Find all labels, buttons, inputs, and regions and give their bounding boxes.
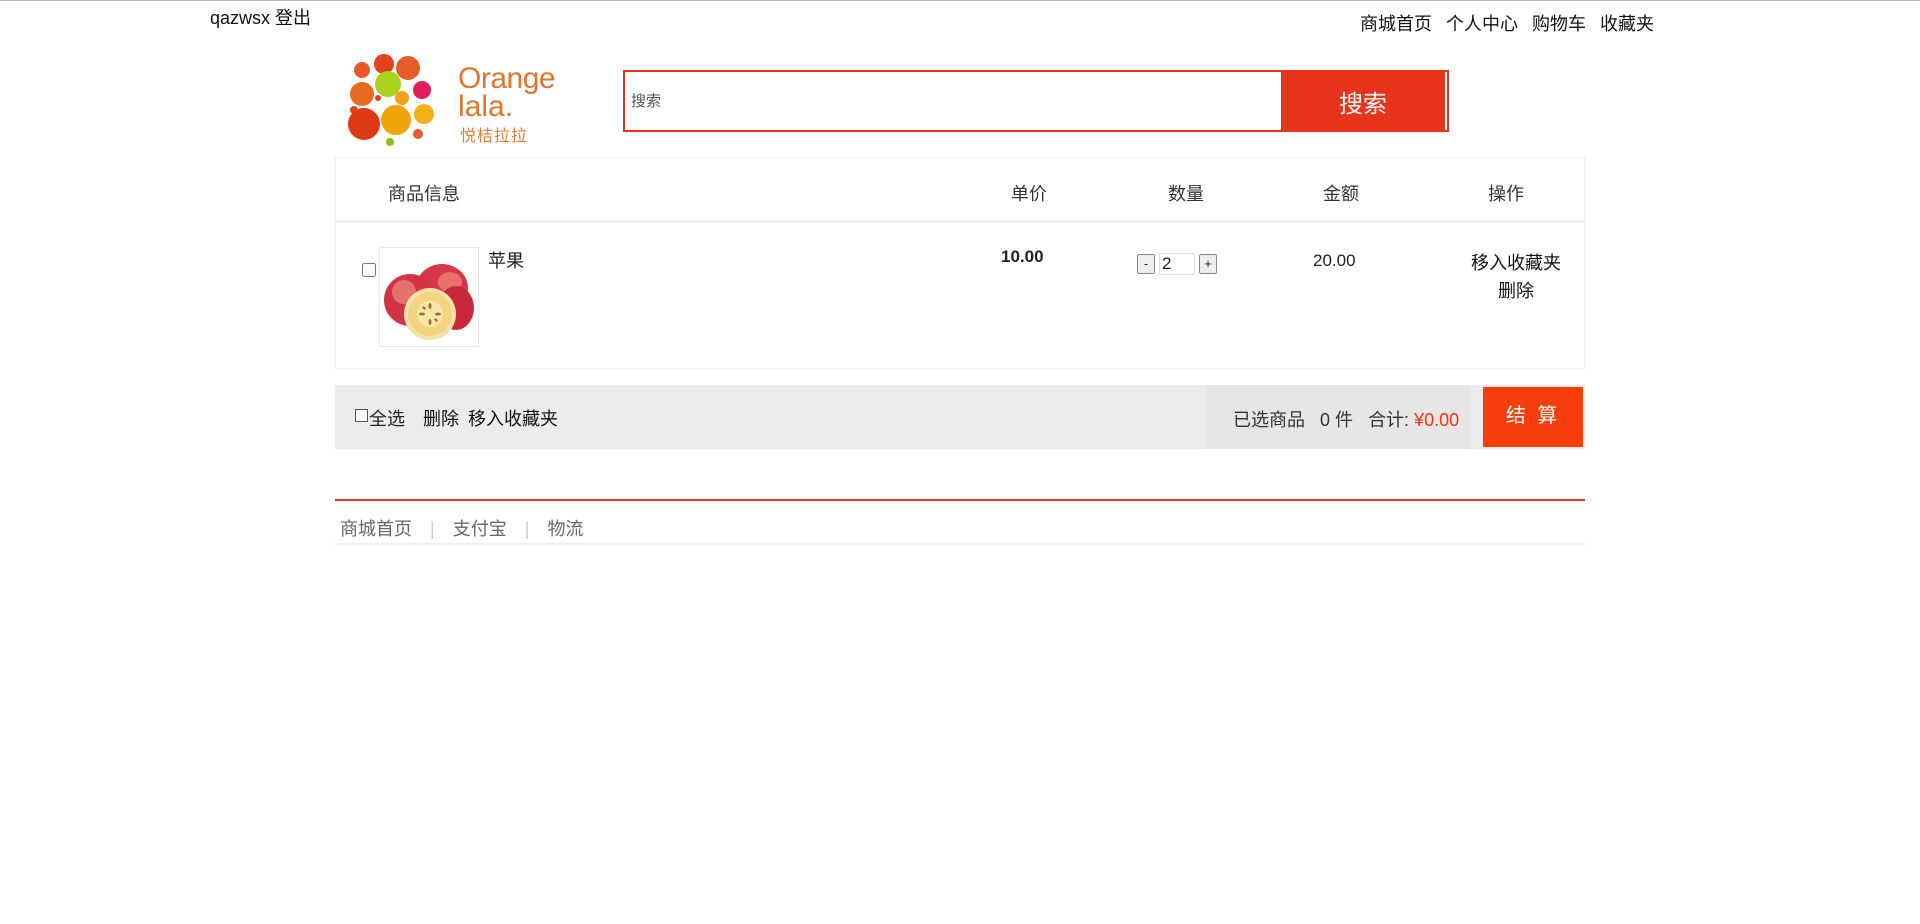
- col-quantity: 数量: [1168, 184, 1204, 204]
- product-unit-price: 10.00: [1001, 247, 1044, 266]
- username: qazwsx: [210, 8, 271, 28]
- col-product-info: 商品信息: [388, 184, 460, 204]
- item-checkbox[interactable]: [362, 263, 376, 277]
- total-value: ¥0.00: [1414, 410, 1460, 430]
- site-logo[interactable]: Orange lala. 悦桔拉拉: [344, 52, 556, 150]
- selected-unit: 件: [1335, 410, 1354, 430]
- footer-link-alipay[interactable]: 支付宝: [453, 519, 507, 539]
- cart-header: 商品信息 单价 数量 金额 操作: [335, 157, 1585, 223]
- selected-count: 0: [1320, 410, 1331, 430]
- col-unit-price: 单价: [1011, 184, 1047, 204]
- search-bar: 搜索: [623, 70, 1449, 132]
- quantity-stepper: - 2 +: [1137, 253, 1217, 275]
- nav-home[interactable]: 商城首页: [1360, 10, 1432, 36]
- logout-link[interactable]: 登出: [275, 8, 311, 28]
- product-name[interactable]: 苹果: [488, 247, 524, 273]
- total-label: 合计:: [1368, 410, 1410, 430]
- bulk-actions: 删除 移入收藏夹: [423, 405, 562, 431]
- select-all[interactable]: 全选: [355, 405, 405, 431]
- nav-cart[interactable]: 购物车: [1532, 10, 1586, 36]
- select-all-label: 全选: [369, 409, 405, 429]
- quantity-input[interactable]: 2: [1159, 253, 1195, 275]
- checkout-button[interactable]: 结 算: [1483, 387, 1583, 447]
- product-image[interactable]: [379, 247, 479, 347]
- footer-separator: |: [524, 519, 530, 539]
- logo-dots-icon: [348, 54, 434, 146]
- footer-links: 商城首页 | 支付宝 | 物流: [335, 499, 1585, 545]
- top-border: [0, 0, 1920, 1]
- delete-item-link[interactable]: 删除: [1456, 277, 1576, 305]
- item-operations: 移入收藏夹 删除: [1456, 249, 1576, 305]
- top-nav: 商城首页 个人中心 购物车 收藏夹: [1360, 10, 1654, 36]
- footer-link-logistics[interactable]: 物流: [547, 519, 583, 539]
- search-input[interactable]: [625, 72, 1281, 130]
- increase-button[interactable]: +: [1199, 254, 1217, 274]
- logo-word-lala: lala.: [458, 90, 514, 123]
- cart-summary-bar: 全选 删除 移入收藏夹 已选商品 0 件 合计: ¥0.00 结 算: [335, 385, 1585, 449]
- selection-summary: 已选商品 0 件 合计: ¥0.00: [1207, 385, 1471, 449]
- select-all-checkbox[interactable]: [355, 408, 368, 422]
- selected-label: 已选商品: [1233, 410, 1305, 430]
- col-operation: 操作: [1488, 184, 1524, 204]
- search-button[interactable]: 搜索: [1281, 72, 1447, 130]
- decrease-button[interactable]: -: [1137, 254, 1155, 274]
- user-info: qazwsx 登出: [210, 4, 311, 30]
- bulk-move-to-favorites-link[interactable]: 移入收藏夹: [468, 409, 558, 429]
- bulk-delete-link[interactable]: 删除: [423, 409, 459, 429]
- apple-product-image-icon: [384, 264, 474, 340]
- footer-separator: |: [430, 519, 435, 539]
- logo-chinese-name: 悦桔拉拉: [460, 126, 529, 145]
- cart-table: 商品信息 单价 数量 金额 操作 苹果 10.00 - 2 + 20.00 移入…: [335, 157, 1585, 369]
- item-amount: 20.00: [1313, 251, 1356, 270]
- move-to-favorites-link[interactable]: 移入收藏夹: [1456, 249, 1576, 277]
- cart-row: 苹果 10.00 - 2 + 20.00 移入收藏夹 删除: [335, 223, 1585, 369]
- footer-link-home[interactable]: 商城首页: [340, 519, 412, 539]
- col-amount: 金额: [1323, 184, 1359, 204]
- nav-profile[interactable]: 个人中心: [1446, 10, 1518, 36]
- nav-favorites[interactable]: 收藏夹: [1600, 10, 1654, 36]
